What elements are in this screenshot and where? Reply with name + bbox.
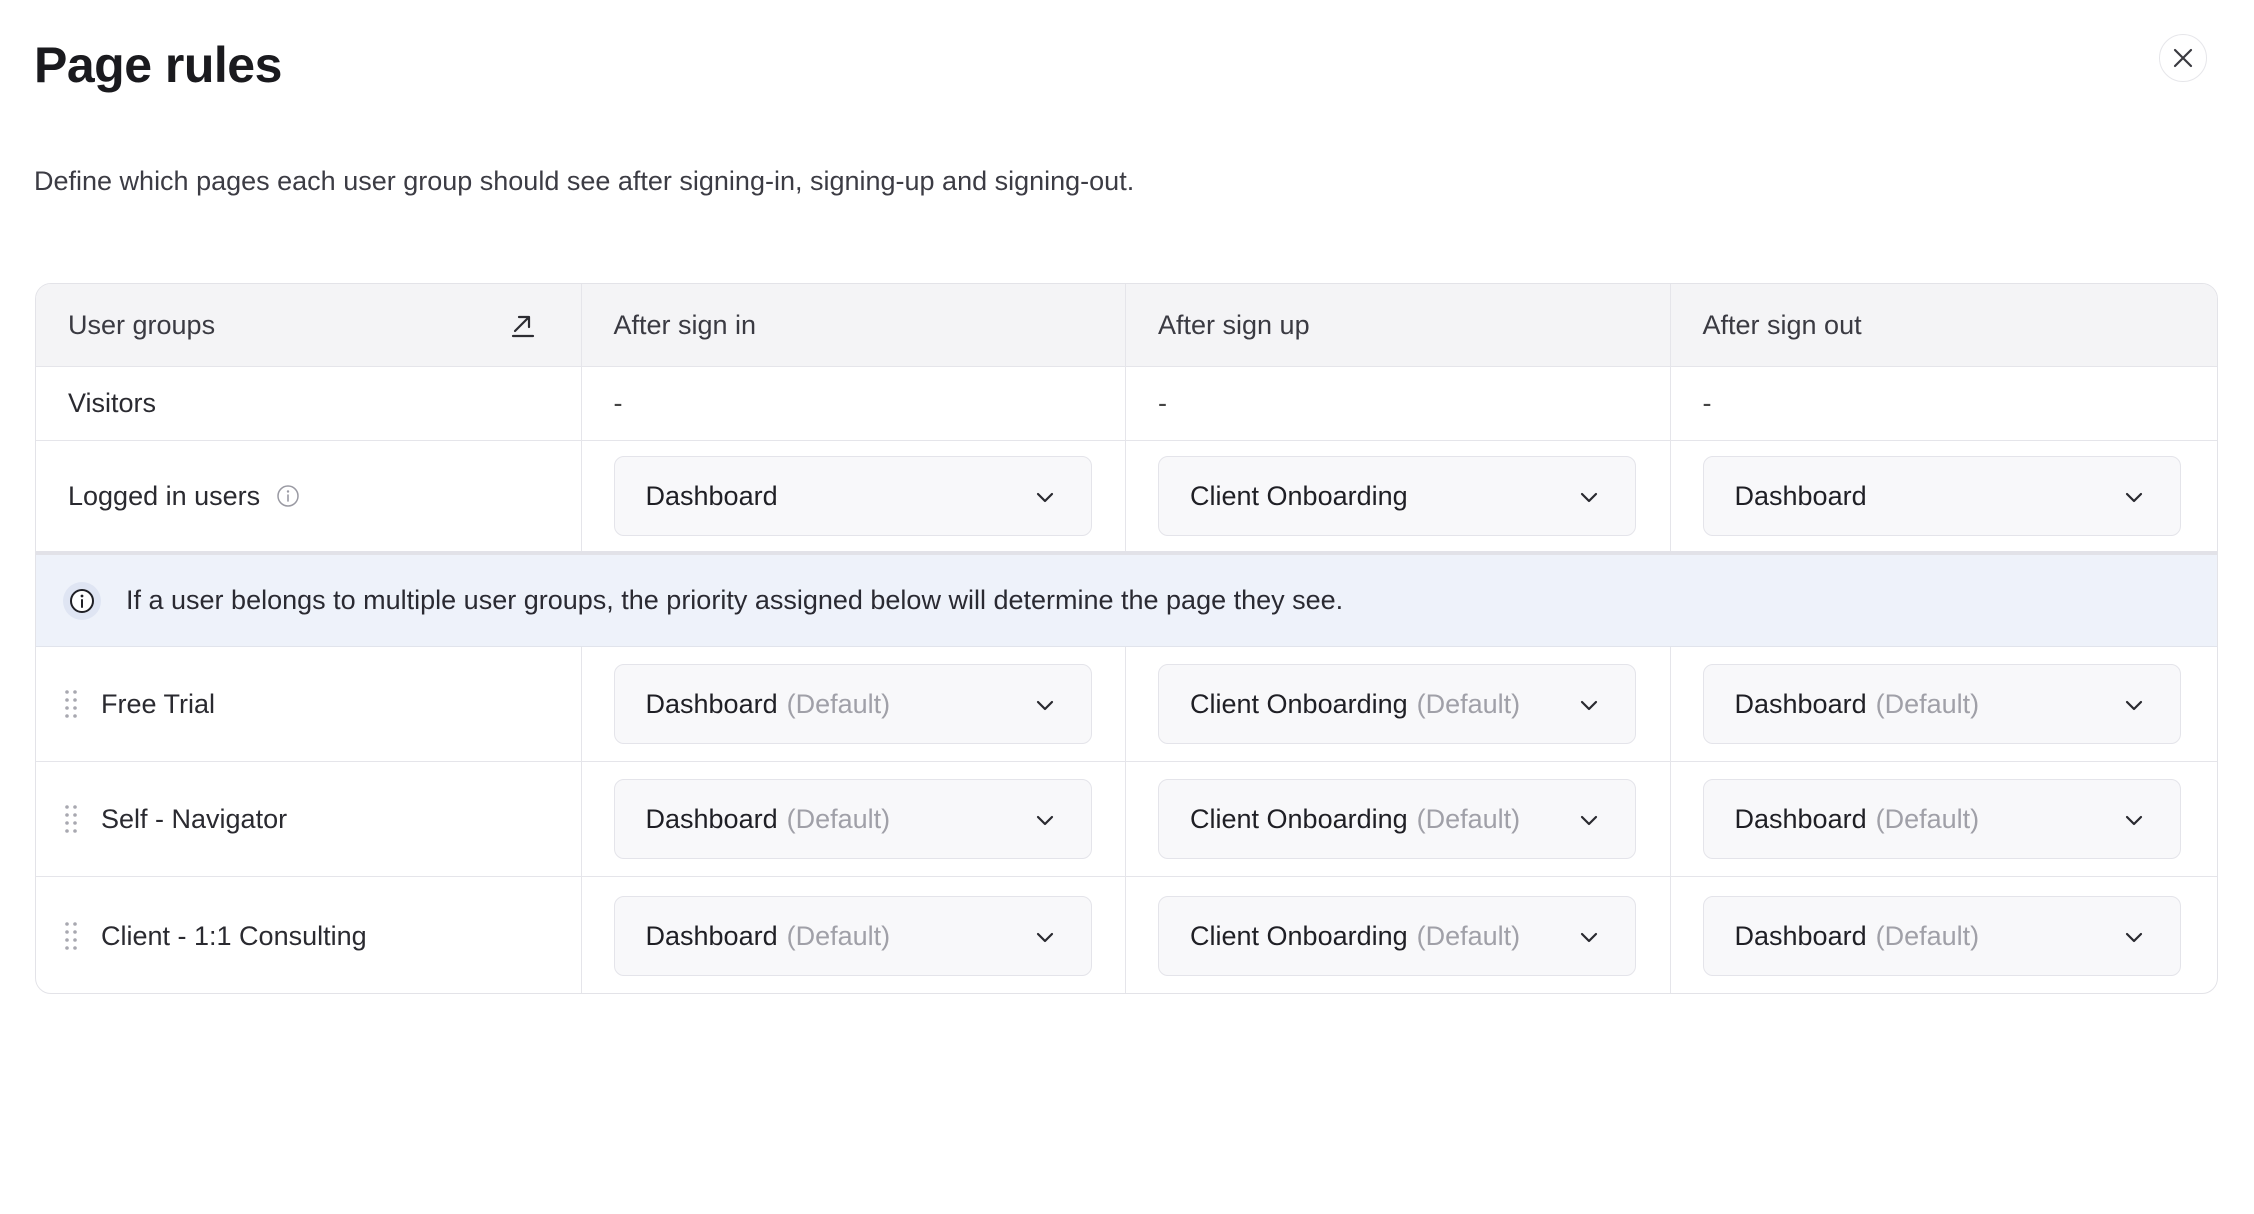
after-sign-out-select[interactable]: Dashboard (Default)	[1702, 664, 2181, 744]
default-tag: (Default)	[1875, 688, 1980, 719]
after-sign-up-select[interactable]: Client Onboarding (Default)	[1158, 664, 1636, 744]
after-sign-out-select[interactable]: Dashboard (Default)	[1702, 779, 2181, 859]
drag-handle-icon[interactable]	[63, 688, 79, 720]
chevron-down-icon	[1036, 700, 1053, 711]
page-title: Page rules	[34, 37, 282, 93]
table-row-group: Self - Navigator Dashboard (Default) Clie…	[36, 762, 2217, 877]
chevron-down-icon	[2125, 492, 2142, 503]
chevron-down-icon	[1036, 492, 1053, 503]
row-label: Visitors	[68, 388, 157, 418]
after-sign-in-select[interactable]: Dashboard (Default)	[613, 664, 1092, 744]
default-tag: (Default)	[1875, 920, 1980, 951]
chevron-down-icon	[1580, 700, 1598, 711]
header-user-groups: User groups	[36, 284, 582, 366]
after-sign-in-select[interactable]: Dashboard	[613, 456, 1092, 536]
after-sign-up-select[interactable]: Client Onboarding (Default)	[1158, 779, 1636, 859]
row-label: Free Trial	[101, 688, 216, 719]
chevron-down-icon	[1580, 932, 1598, 943]
header-after-sign-in: After sign in	[582, 284, 1126, 366]
chevron-down-icon	[2125, 700, 2142, 711]
header-after-sign-out: After sign out	[1702, 309, 1862, 340]
banner-text: If a user belongs to multiple user group…	[126, 585, 1344, 615]
default-tag: (Default)	[786, 803, 891, 834]
info-icon	[63, 581, 101, 620]
header-after-sign-up: After sign up	[1126, 284, 1671, 366]
default-tag: (Default)	[1416, 803, 1521, 834]
chevron-down-icon	[1580, 492, 1598, 503]
table-header-row: User groups After sign in After sign up …	[36, 284, 2217, 367]
default-tag: (Default)	[1875, 803, 1980, 834]
default-tag: (Default)	[786, 688, 891, 719]
after-sign-out-select[interactable]: Dashboard	[1702, 456, 2181, 536]
chevron-down-icon	[2125, 815, 2142, 826]
info-icon[interactable]	[276, 484, 300, 508]
after-sign-up-select[interactable]: Client Onboarding	[1158, 456, 1636, 536]
table-row-group: Client - 1:1 Consulting Dashboard (Defaul…	[36, 877, 2217, 993]
after-sign-in-select[interactable]: Dashboard (Default)	[613, 779, 1092, 859]
table-row-group: Free Trial Dashboard (Default) Client Onb…	[36, 647, 2217, 762]
after-sign-in-select[interactable]: Dashboard (Default)	[613, 896, 1092, 976]
default-tag: (Default)	[1416, 920, 1521, 951]
close-button[interactable]	[2159, 34, 2207, 82]
page-rules-table: User groups After sign in After sign up …	[35, 283, 2218, 994]
chevron-down-icon	[1036, 932, 1053, 943]
after-sign-out-select[interactable]: Dashboard (Default)	[1702, 896, 2181, 976]
row-label: Self - Navigator	[101, 803, 288, 834]
empty-value: -	[1158, 388, 1167, 418]
drag-handle-icon[interactable]	[63, 920, 79, 952]
arrow-up-right-icon[interactable]	[509, 311, 537, 339]
row-label: Client - 1:1 Consulting	[101, 920, 367, 951]
chevron-down-icon	[1036, 815, 1053, 826]
chevron-down-icon	[1580, 815, 1598, 826]
table-row-visitors: Visitors - - -	[36, 367, 2217, 441]
after-sign-up-select[interactable]: Client Onboarding (Default)	[1158, 896, 1636, 976]
page-subtitle: Define which pages each user group shoul…	[34, 166, 1135, 196]
empty-value: -	[613, 388, 623, 418]
close-icon	[2173, 48, 2193, 68]
default-tag: (Default)	[786, 920, 891, 951]
empty-value: -	[1702, 388, 1712, 418]
row-label: Logged in users	[68, 480, 261, 511]
table-row-logged-in-users: Logged in users Dashboard Client Onboard…	[36, 441, 2217, 555]
chevron-down-icon	[2125, 932, 2142, 943]
drag-handle-icon[interactable]	[63, 803, 79, 835]
priority-info-banner: If a user belongs to multiple user group…	[36, 555, 2217, 647]
default-tag: (Default)	[1416, 688, 1521, 719]
